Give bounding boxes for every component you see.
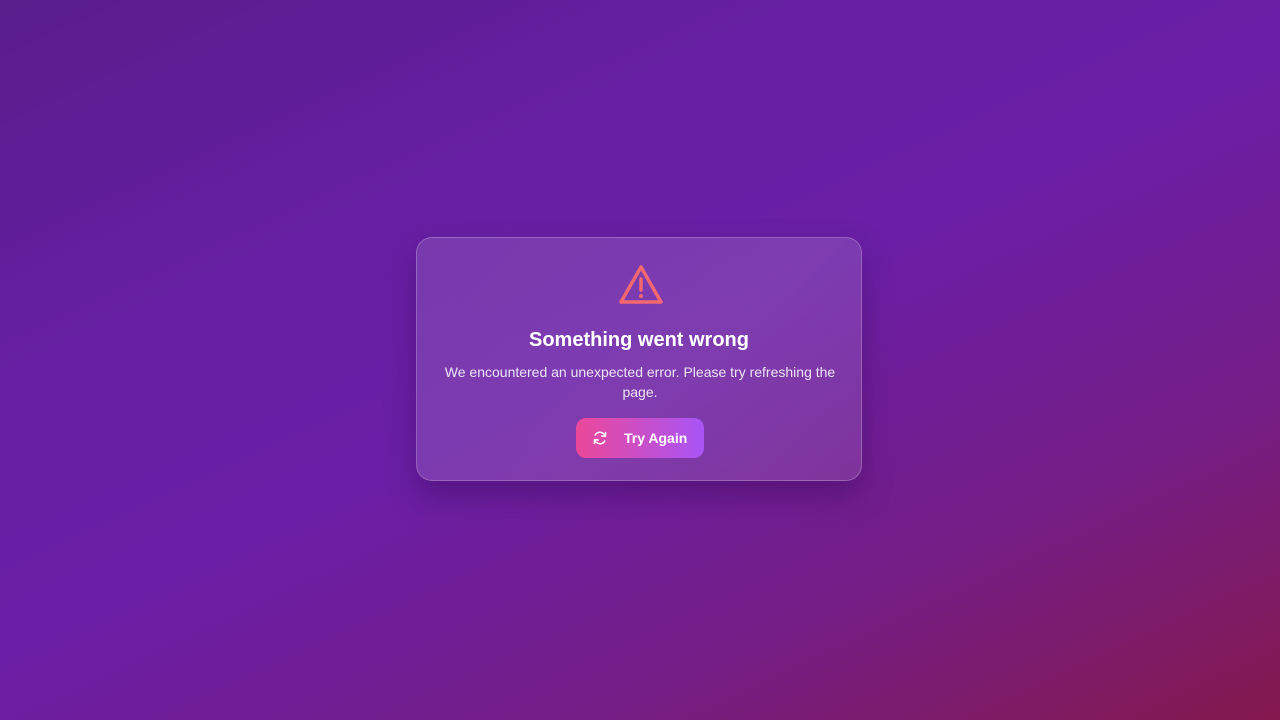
error-title: Something went wrong [529, 329, 749, 351]
try-again-label: Try Again [624, 430, 688, 446]
try-again-button[interactable]: Try Again [576, 418, 704, 458]
error-card: Something went wrong We encountered an u… [416, 237, 862, 481]
refresh-icon [592, 430, 608, 446]
warning-triangle-icon [618, 264, 664, 306]
error-message: We encountered an unexpected error. Plea… [444, 364, 836, 400]
